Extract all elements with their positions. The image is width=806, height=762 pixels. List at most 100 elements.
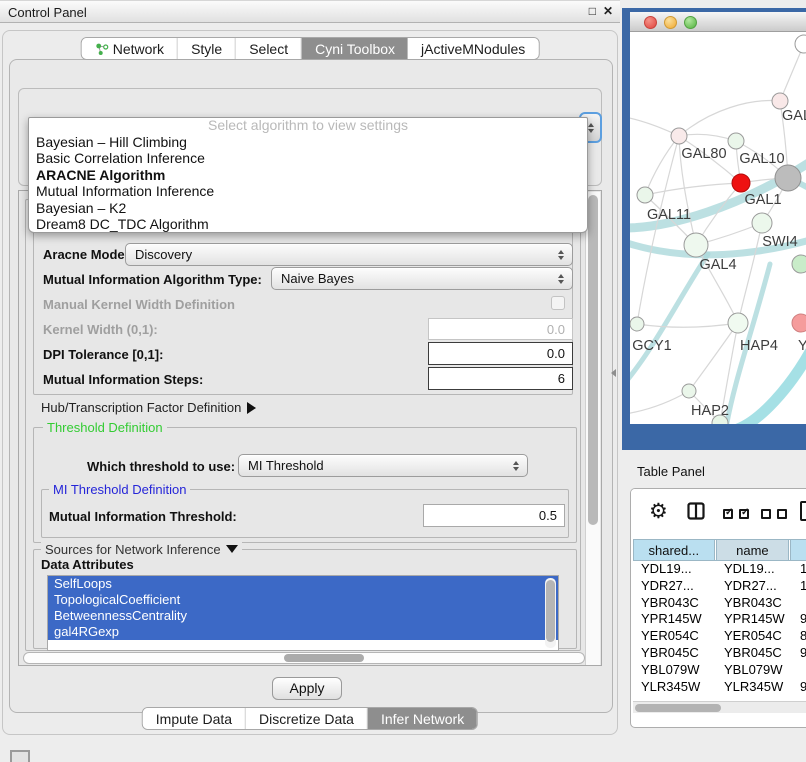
network-edge [630, 391, 689, 414]
kernel-width-label: Kernel Width (0,1): [43, 322, 158, 337]
dpi-tolerance-label: DPI Tolerance [0,1]: [43, 347, 163, 362]
column-header-cut[interactable] [790, 540, 806, 560]
attribute-item-gal4rgexp[interactable]: gal4RGexp [48, 624, 558, 640]
node-label-gal80: GAL80 [681, 146, 726, 162]
dropdown-item-dream8-dc-tdc-algorithm[interactable]: Dream8 DC_TDC Algorithm [29, 216, 587, 232]
sources-toggle[interactable]: Sources for Network Inference [41, 542, 242, 557]
dropdown-item-mutual-information-inference[interactable]: Mutual Information Inference [29, 183, 587, 199]
table-row[interactable]: YBL079WYBL079W [633, 662, 806, 679]
column-layout-icon[interactable] [687, 502, 705, 520]
tab-infer-network[interactable]: Infer Network [368, 708, 477, 729]
table-cell: YLR345W [633, 679, 716, 695]
tab-network[interactable]: Network [82, 38, 178, 59]
network-node[interactable] [775, 165, 801, 191]
table-cell: YBR043C [716, 595, 792, 612]
network-window: GALGAL80GAL10GAL1GAL11SWI4GAL4GCY1HAP4YH… [622, 8, 806, 450]
settings-vscrollbar[interactable] [585, 192, 600, 666]
column-header-name[interactable]: name [716, 540, 790, 560]
attributes-scrollbar[interactable] [545, 578, 556, 648]
network-node[interactable] [795, 35, 806, 53]
network-node-swi4[interactable] [752, 213, 772, 233]
minimized-panel-icon[interactable] [10, 750, 30, 762]
split-pane-handle-icon[interactable] [611, 369, 616, 377]
network-node-gcy1[interactable] [630, 317, 644, 331]
apply-button[interactable]: Apply [272, 677, 342, 700]
zoom-window-icon[interactable] [684, 16, 697, 29]
network-node-gal11[interactable] [637, 187, 653, 203]
gear-icon[interactable]: ⚙ [649, 499, 668, 524]
tab-cyni-toolbox[interactable]: Cyni Toolbox [302, 38, 408, 59]
tab-select[interactable]: Select [236, 38, 302, 59]
mi-threshold-field[interactable]: 0.5 [423, 504, 565, 527]
table-row[interactable]: YDR27...YDR27...12 [633, 578, 806, 595]
close-window-icon[interactable] [644, 16, 657, 29]
table-row[interactable]: YPR145WYPR145W9. [633, 611, 806, 628]
network-node-gal10[interactable] [728, 133, 744, 149]
table-row[interactable]: YDL19...YDL19...13 [633, 561, 806, 578]
table-cell: YBL079W [716, 662, 792, 679]
dropdown-placeholder[interactable]: Select algorithm to view settings [29, 118, 587, 134]
mi-steps-field[interactable]: 6 [428, 367, 573, 390]
dropdown-item-basic-correlation-inference[interactable]: Basic Correlation Inference [29, 150, 587, 166]
table-cell: YDR27... [716, 578, 792, 595]
kernel-width-field[interactable]: 0.0 [428, 318, 573, 340]
network-icon [95, 42, 109, 56]
table-row[interactable]: YLR345WYLR345W9. [633, 679, 806, 695]
table-panel: ⚙ shared...name YDL19...YDL19...13YDR27.… [630, 488, 806, 728]
table-cell: 12 [792, 578, 806, 595]
close-panel-icon[interactable]: ✕ [603, 4, 613, 18]
network-node-y[interactable] [792, 314, 806, 332]
attribute-item-selfloops[interactable]: SelfLoops [48, 576, 558, 592]
dropdown-item-bayesian-k2[interactable]: Bayesian – K2 [29, 200, 587, 216]
network-node-gal80[interactable] [671, 128, 687, 144]
table-cell: YDL19... [633, 561, 716, 578]
float-window-icon[interactable]: □ [589, 4, 596, 18]
network-node-gal4[interactable] [684, 233, 708, 257]
table-row[interactable]: YER054CYER054C8. [633, 628, 806, 645]
table-hscrollbar[interactable] [633, 701, 806, 713]
dropdown-items: Bayesian – Hill ClimbingBasic Correlatio… [29, 134, 587, 232]
column-header-shared[interactable]: shared... [633, 540, 715, 560]
which-threshold-combo[interactable]: MI Threshold [238, 454, 528, 477]
dropdown-item-bayesian-hill-climbing[interactable]: Bayesian – Hill Climbing [29, 134, 587, 150]
manual-kernel-width-label: Manual Kernel Width Definition [43, 297, 235, 312]
dpi-tolerance-field[interactable]: 0.0 [428, 342, 573, 365]
table-row[interactable]: YBR043CYBR043C [633, 595, 806, 612]
node-label-swi4: SWI4 [762, 234, 797, 250]
table-row[interactable]: YBR045CYBR045C9. [633, 645, 806, 662]
attribute-item-betweennesscentrality[interactable]: BetweennessCentrality [48, 608, 558, 624]
network-node-gal1[interactable] [732, 174, 750, 192]
network-edge [645, 136, 679, 195]
attribute-item-topologicalcoefficient[interactable]: TopologicalCoefficient [48, 592, 558, 608]
mi-threshold-definition-title: MI Threshold Definition [49, 482, 190, 497]
network-canvas[interactable]: GALGAL80GAL10GAL1GAL11SWI4GAL4GCY1HAP4YH… [630, 32, 806, 424]
show-columns-icon[interactable] [723, 509, 749, 519]
node-label-hap4: HAP4 [740, 338, 778, 354]
manual-kernel-width-checkbox[interactable] [551, 296, 565, 310]
network-node-hap2[interactable] [682, 384, 696, 398]
expand-right-icon [247, 402, 256, 414]
tab-jactivemnodules[interactable]: jActiveMNodules [408, 38, 538, 59]
table-toolbar: ⚙ [631, 489, 806, 537]
stepper-arrows-icon [558, 274, 564, 284]
dropdown-item-aracne-algorithm[interactable]: ARACNE Algorithm [29, 167, 587, 183]
node-label-y: Y [798, 338, 806, 354]
network-node-gal[interactable] [772, 93, 788, 109]
tab-style[interactable]: Style [178, 38, 236, 59]
tab-discretize-data[interactable]: Discretize Data [246, 708, 368, 729]
minimize-window-icon[interactable] [664, 16, 677, 29]
table-cell: YER054C [633, 628, 716, 645]
settings-hscrollbar[interactable] [23, 652, 585, 664]
export-table-icon[interactable] [800, 501, 806, 521]
tab-impute-data[interactable]: Impute Data [143, 708, 246, 729]
aracne-mode-combo[interactable]: Discovery [125, 243, 573, 266]
mi-algorithm-type-label: Mutual Information Algorithm Type: [43, 272, 262, 287]
mi-algorithm-type-combo[interactable]: Naive Bayes [271, 267, 573, 290]
table-cell [792, 595, 806, 612]
table-cell: YBR043C [633, 595, 716, 612]
attribute-items: SelfLoopsTopologicalCoefficientBetweenne… [48, 576, 558, 640]
hub-definition-toggle[interactable]: Hub/Transcription Factor Definition [41, 400, 256, 415]
network-node[interactable] [792, 255, 806, 273]
network-node-hap4[interactable] [728, 313, 748, 333]
hide-columns-icon[interactable] [761, 509, 787, 519]
